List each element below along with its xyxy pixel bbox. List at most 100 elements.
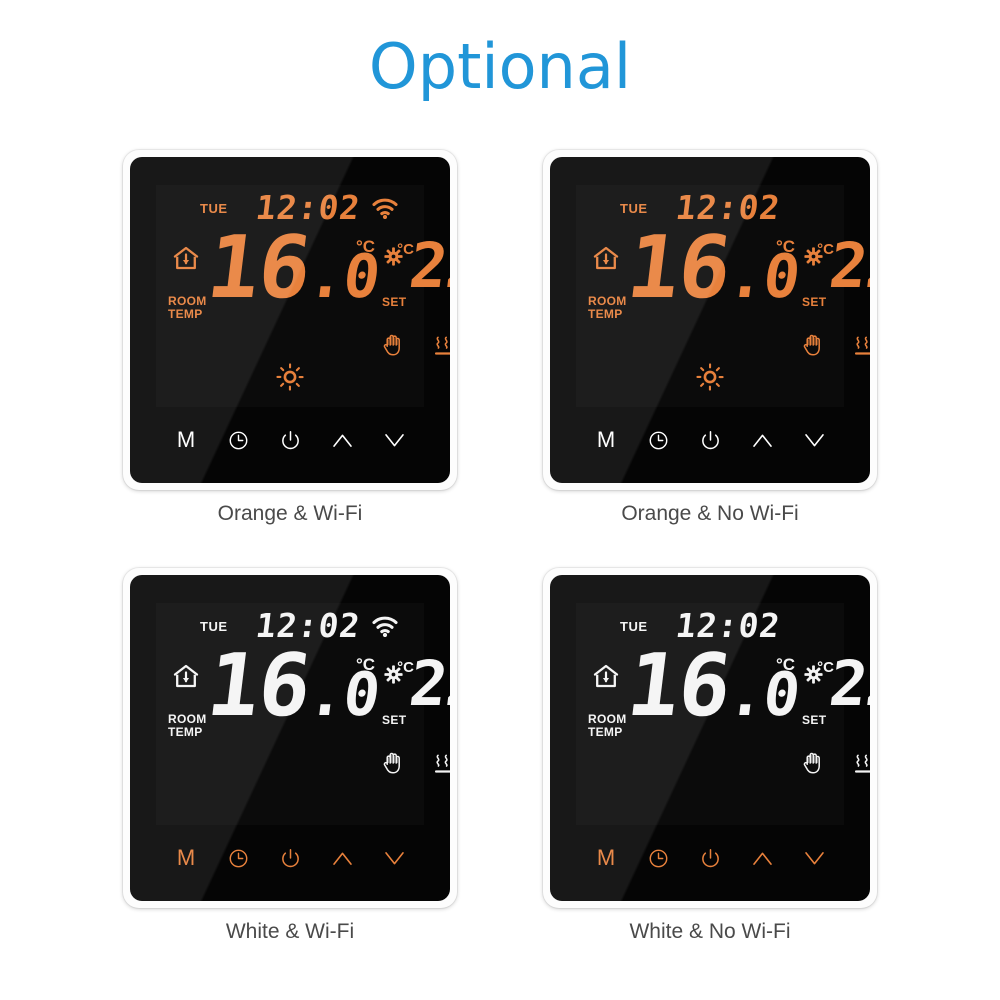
- room-temp-unit: °C: [356, 237, 376, 256]
- day-label: TUE: [200, 201, 228, 216]
- sun-icon: [696, 363, 724, 391]
- power-icon: [280, 430, 301, 451]
- mode-button[interactable]: M: [589, 843, 623, 873]
- touch-button-row: M: [550, 841, 870, 875]
- chevron-up-icon: [751, 850, 774, 867]
- variant-cell-white-wifi: TUE 12:02 ROOM TEMP 16.0 °C SET 22 °C M White & Wi…: [80, 568, 500, 944]
- sun-icon: [276, 363, 304, 391]
- touch-button-row: M: [130, 423, 450, 457]
- down-button[interactable]: [797, 425, 831, 455]
- chevron-up-icon: [751, 432, 774, 449]
- clock-button[interactable]: [641, 843, 675, 873]
- power-button[interactable]: [273, 843, 307, 873]
- variant-cell-white-no-wifi: TUE 12:02 ROOM TEMP 16.0 °C SET 22 °C M White & No…: [500, 568, 920, 944]
- house-with-down-arrow-icon: [592, 245, 620, 271]
- product-variants-page: Optional TUE 12:02 ROOM TEMP 16.0 °C SET 22 °C M O…: [0, 0, 1000, 1000]
- room-temp-label-line2: TEMP: [588, 725, 623, 740]
- clock-icon: [228, 848, 249, 869]
- heating-waves-icon: [854, 753, 870, 775]
- power-icon: [280, 848, 301, 869]
- mode-button[interactable]: M: [169, 425, 203, 455]
- thermostat-white-no-wifi[interactable]: TUE 12:02 ROOM TEMP 16.0 °C SET 22 °C M: [543, 568, 877, 908]
- mode-button[interactable]: M: [589, 425, 623, 455]
- room-temp-label: ROOM TEMP: [588, 712, 627, 740]
- room-temp-label: ROOM TEMP: [168, 294, 207, 322]
- heating-waves-icon: [854, 335, 870, 357]
- device-glass-panel: TUE 12:02 ROOM TEMP 16.0 °C SET 22 °C M: [130, 157, 450, 483]
- device-glass-panel: TUE 12:02 ROOM TEMP 16.0 °C SET 22 °C M: [130, 575, 450, 901]
- chevron-up-icon: [331, 432, 354, 449]
- room-temp-label-line1: ROOM: [168, 712, 207, 726]
- mode-button-label: M: [596, 427, 616, 452]
- power-button[interactable]: [693, 843, 727, 873]
- power-button[interactable]: [693, 425, 727, 455]
- room-temp-label-line1: ROOM: [168, 294, 207, 308]
- room-temp-label-line2: TEMP: [168, 725, 203, 740]
- variant-caption: White & Wi-Fi: [225, 920, 355, 943]
- variant-caption: Orange & Wi-Fi: [217, 502, 363, 525]
- set-label: SET: [382, 295, 407, 309]
- variant-caption: White & No Wi-Fi: [629, 920, 791, 943]
- day-label: TUE: [620, 201, 648, 216]
- chevron-down-icon: [803, 432, 826, 449]
- power-icon: [700, 430, 721, 451]
- wifi-icon: [372, 197, 398, 220]
- lcd-screen: TUE 12:02 ROOM TEMP 16.0 °C SET 22 °C: [156, 185, 450, 407]
- clock-icon: [648, 848, 669, 869]
- chevron-up-icon: [331, 850, 354, 867]
- down-button[interactable]: [377, 843, 411, 873]
- room-temp-label-line1: ROOM: [588, 712, 627, 726]
- mode-button-label: M: [596, 845, 616, 870]
- variant-caption: Orange & No Wi-Fi: [621, 502, 799, 525]
- room-temp-label: ROOM TEMP: [168, 712, 207, 740]
- device-glass-panel: TUE 12:02 ROOM TEMP 16.0 °C SET 22 °C M: [550, 157, 870, 483]
- set-temp-unit: °C: [817, 659, 834, 676]
- clock-icon: [228, 430, 249, 451]
- lcd-screen: TUE 12:02 ROOM TEMP 16.0 °C SET 22 °C: [576, 185, 870, 407]
- touch-button-row: M: [550, 423, 870, 457]
- variant-cell-orange-wifi: TUE 12:02 ROOM TEMP 16.0 °C SET 22 °C M Orange & W…: [80, 150, 500, 526]
- wifi-icon: [372, 615, 398, 638]
- clock-button[interactable]: [221, 843, 255, 873]
- hand-manual-icon: [802, 333, 823, 356]
- clock-icon: [648, 430, 669, 451]
- up-button[interactable]: [325, 843, 359, 873]
- room-temp-label-line1: ROOM: [588, 294, 627, 308]
- house-with-down-arrow-icon: [172, 245, 200, 271]
- power-icon: [700, 848, 721, 869]
- chevron-down-icon: [383, 432, 406, 449]
- set-temp-unit: °C: [397, 241, 414, 258]
- page-title: Optional: [368, 30, 632, 103]
- set-label: SET: [382, 713, 407, 727]
- hand-manual-icon: [382, 333, 403, 356]
- thermostat-orange-no-wifi[interactable]: TUE 12:02 ROOM TEMP 16.0 °C SET 22 °C M: [543, 150, 877, 490]
- thermostat-orange-wifi[interactable]: TUE 12:02 ROOM TEMP 16.0 °C SET 22 °C M: [123, 150, 457, 490]
- heating-waves-icon: [434, 753, 450, 775]
- clock-button[interactable]: [221, 425, 255, 455]
- up-button[interactable]: [745, 843, 779, 873]
- set-temp-unit: °C: [397, 659, 414, 676]
- up-button[interactable]: [745, 425, 779, 455]
- heating-waves-icon: [434, 335, 450, 357]
- power-button[interactable]: [273, 425, 307, 455]
- clock-button[interactable]: [641, 425, 675, 455]
- down-button[interactable]: [377, 425, 411, 455]
- chevron-down-icon: [803, 850, 826, 867]
- day-label: TUE: [620, 619, 648, 634]
- room-temp-label-line2: TEMP: [168, 307, 203, 322]
- room-temp-unit: °C: [776, 655, 796, 674]
- mode-button-label: M: [176, 427, 196, 452]
- mode-button-label: M: [176, 845, 196, 870]
- variant-cell-orange-no-wifi: TUE 12:02 ROOM TEMP 16.0 °C SET 22 °C M Orange & N…: [500, 150, 920, 526]
- lcd-screen: TUE 12:02 ROOM TEMP 16.0 °C SET 22 °C: [576, 603, 870, 825]
- room-temp-label: ROOM TEMP: [588, 294, 627, 322]
- thermostat-white-wifi[interactable]: TUE 12:02 ROOM TEMP 16.0 °C SET 22 °C M: [123, 568, 457, 908]
- up-button[interactable]: [325, 425, 359, 455]
- mode-button[interactable]: M: [169, 843, 203, 873]
- set-label: SET: [802, 713, 827, 727]
- chevron-down-icon: [383, 850, 406, 867]
- down-button[interactable]: [797, 843, 831, 873]
- set-label: SET: [802, 295, 827, 309]
- hand-manual-icon: [382, 751, 403, 774]
- house-with-down-arrow-icon: [172, 663, 200, 689]
